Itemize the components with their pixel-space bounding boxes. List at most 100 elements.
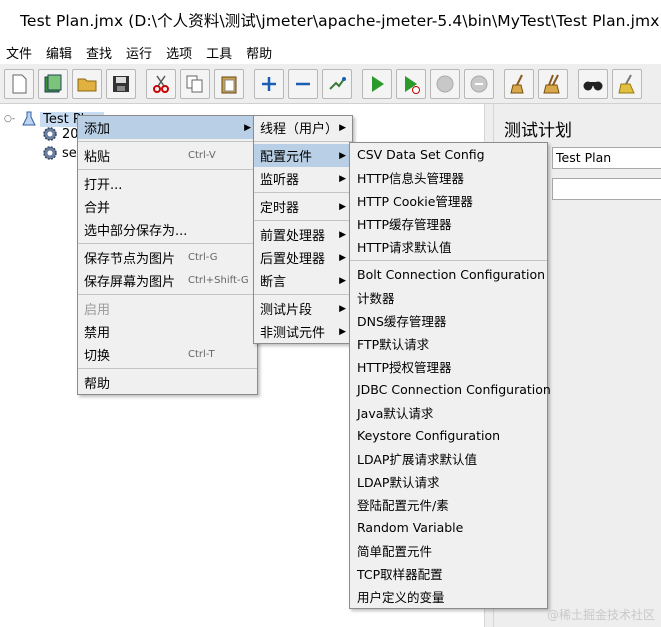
menu-help[interactable]: 帮助 (246, 43, 272, 62)
menu-item-test-fragment[interactable]: 测试片段 ▶ (254, 297, 352, 320)
menu-item-dns-cache-manager[interactable]: DNS缓存管理器 (350, 309, 547, 332)
menu-item-timer[interactable]: 定时器 ▶ (254, 195, 352, 218)
submenu-arrow-icon: ▶ (339, 326, 346, 337)
clear-button[interactable] (504, 68, 534, 99)
menu-bar: 文件 编辑 查找 运行 选项 工具 帮助 (0, 40, 661, 64)
context-menu: 添加 ▶ 粘贴 Ctrl-V 打开... 合并 选中部分保存为... 保存节点为图片… (77, 115, 258, 395)
reset-search-icon (618, 74, 635, 93)
stop-icon (436, 75, 454, 92)
accelerator-label: Ctrl-V (188, 150, 216, 161)
new-button[interactable] (4, 68, 34, 99)
test-plan-icon (22, 111, 36, 126)
menu-separator (78, 368, 257, 369)
menu-item-bolt-connection-config[interactable]: Bolt Connection Configuration (350, 263, 547, 286)
comment-field[interactable] (552, 178, 661, 200)
menu-separator (254, 192, 352, 193)
menu-item-ftp-request-defaults[interactable]: FTP默认请求 (350, 332, 547, 355)
menu-item-http-authorization-manager[interactable]: HTTP授权管理器 (350, 355, 547, 378)
save-button[interactable] (106, 68, 136, 99)
menu-item-http-request-defaults[interactable]: HTTP请求默认值 (350, 235, 547, 258)
menu-item-tcp-sampler-config[interactable]: TCP取样器配置 (350, 562, 547, 585)
menu-item-save-screen-image[interactable]: 保存屏幕为图片 Ctrl+Shift-G (78, 269, 257, 292)
menu-item-non-test-elements[interactable]: 非测试元件 ▶ (254, 320, 352, 343)
window-title: Test Plan.jmx (D:\个人资料\测试\jmeter\apache-… (20, 12, 661, 30)
start-button[interactable] (362, 68, 392, 99)
toolbar (0, 64, 661, 104)
menu-item-keystore-config[interactable]: Keystore Configuration (350, 424, 547, 447)
collapse-icon (296, 82, 310, 85)
menu-item-ldap-extended-defaults[interactable]: LDAP扩展请求默认值 (350, 447, 547, 470)
gear-icon (43, 127, 57, 141)
name-field[interactable]: Test Plan (552, 147, 661, 169)
menu-item-config-element[interactable]: 配置元件 ▶ (254, 144, 352, 167)
menu-item-enable: 启用 (84, 303, 111, 318)
menu-item-assertions[interactable]: 断言 ▶ (254, 269, 352, 292)
menu-item-http-header-manager[interactable]: HTTP信息头管理器 (350, 166, 547, 189)
tree-expand-handle-icon[interactable]: ○- (4, 114, 15, 124)
menu-item-csv-data-set-config[interactable]: CSV Data Set Config (350, 143, 547, 166)
gear-icon (43, 146, 57, 160)
shutdown-button[interactable] (464, 68, 494, 99)
menu-item-post-processors[interactable]: 后置处理器 ▶ (254, 246, 352, 269)
tree-node-label[interactable]: se (62, 146, 77, 161)
submenu-arrow-icon: ▶ (339, 303, 346, 314)
submenu-arrow-icon: ▶ (339, 252, 346, 263)
menu-separator (78, 294, 257, 295)
menu-separator (78, 169, 257, 170)
reset-search-button[interactable] (612, 68, 642, 99)
menu-item-user-defined-variables[interactable]: 用户定义的变量 (350, 585, 547, 608)
menu-item-save-node-image[interactable]: 保存节点为图片 Ctrl-G (78, 246, 257, 269)
menu-item-pre-processors[interactable]: 前置处理器 ▶ (254, 223, 352, 246)
new-icon (12, 74, 27, 93)
menu-item-add[interactable]: 添加 ▶ (78, 116, 257, 139)
tree-node-row[interactable]: 20 (42, 125, 79, 143)
menu-item-ldap-request-defaults[interactable]: LDAP默认请求 (350, 470, 547, 493)
templates-button[interactable] (38, 68, 68, 99)
menu-edit[interactable]: 编辑 (46, 43, 72, 62)
menu-item-simple-config-element[interactable]: 简单配置元件 (350, 539, 547, 562)
collapse-button[interactable] (288, 68, 318, 99)
toggle-button[interactable] (322, 68, 352, 99)
menu-item-http-cookie-manager[interactable]: HTTP Cookie管理器 (350, 189, 547, 212)
menu-item-java-request-defaults[interactable]: Java默认请求 (350, 401, 547, 424)
paste-icon (221, 76, 237, 93)
menu-item-paste[interactable]: 粘贴 Ctrl-V (78, 144, 257, 167)
menu-item-jdbc-connection-config[interactable]: JDBC Connection Configuration (350, 378, 551, 401)
tree-node-row[interactable]: se (42, 144, 77, 162)
menu-item-save-selection-as[interactable]: 选中部分保存为... (78, 218, 257, 241)
menu-item-disable[interactable]: 禁用 (78, 320, 257, 343)
copy-button[interactable] (180, 68, 210, 99)
menu-search[interactable]: 查找 (86, 43, 112, 62)
title-bar: Test Plan.jmx (D:\个人资料\测试\jmeter\apache-… (0, 0, 661, 40)
menu-item-merge[interactable]: 合并 (78, 195, 257, 218)
search-button[interactable] (578, 68, 608, 99)
menu-item-http-cache-manager[interactable]: HTTP缓存管理器 (350, 212, 547, 235)
open-button[interactable] (72, 68, 102, 99)
menu-item-listener[interactable]: 监听器 ▶ (254, 167, 352, 190)
expand-button[interactable] (254, 68, 284, 99)
menu-item-login-config-element[interactable]: 登陆配置元件/素 (350, 493, 547, 516)
menu-item-toggle[interactable]: 切换 Ctrl-T (78, 343, 257, 366)
paste-button[interactable] (214, 68, 244, 99)
menu-separator (254, 141, 352, 142)
cut-button[interactable] (146, 68, 176, 99)
submenu-arrow-icon: ▶ (244, 122, 251, 133)
menu-run[interactable]: 运行 (126, 43, 152, 62)
accelerator-label: Ctrl+Shift-G (188, 275, 249, 286)
start-icon (372, 75, 384, 92)
menu-tools[interactable]: 工具 (206, 43, 232, 62)
menu-item-help[interactable]: 帮助 (78, 371, 257, 394)
menu-separator (254, 294, 352, 295)
stop-button[interactable] (430, 68, 460, 99)
panel-title: 测试计划 (504, 121, 572, 141)
menu-item-random-variable[interactable]: Random Variable (350, 516, 547, 539)
search-icon (583, 81, 603, 90)
copy-icon (186, 75, 203, 92)
menu-file[interactable]: 文件 (6, 43, 32, 62)
clear-all-button[interactable] (538, 68, 568, 99)
menu-item-open[interactable]: 打开... (78, 172, 257, 195)
menu-options[interactable]: 选项 (166, 43, 192, 62)
menu-item-counter[interactable]: 计数器 (350, 286, 547, 309)
menu-item-threads[interactable]: 线程（用户） ▶ (254, 116, 352, 139)
start-no-pause-button[interactable] (396, 68, 426, 99)
